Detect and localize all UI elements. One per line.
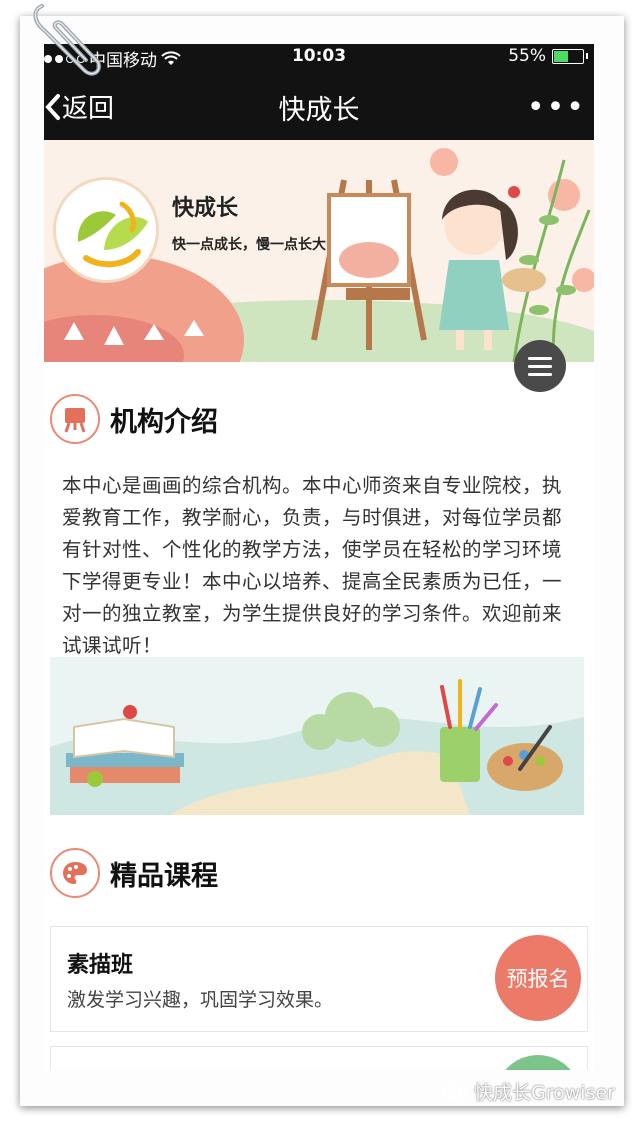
wechat-watermark: 快成长Growiser bbox=[442, 1078, 615, 1105]
battery-percent: 55% bbox=[508, 46, 546, 66]
hamburger-menu-icon[interactable] bbox=[514, 340, 566, 392]
battery-indicator: 55% bbox=[508, 46, 588, 66]
easel-icon bbox=[50, 394, 100, 444]
palette-icon bbox=[50, 848, 100, 898]
course-description: 激发学习兴趣，巩固学习效果。 bbox=[67, 989, 334, 1011]
phone-screen: 中国移动 10:03 55% 返回 快成长 ••• 快成长 快一点成长，慢一点长… bbox=[44, 44, 594, 1070]
section-title: 精品课程 bbox=[110, 860, 218, 892]
paperclip-icon bbox=[33, 4, 101, 76]
section-title: 机构介绍 bbox=[110, 406, 218, 438]
ellipsis-icon[interactable]: ••• bbox=[527, 90, 586, 125]
pre-register-button[interactable] bbox=[495, 1055, 581, 1070]
page-title: 快成长 bbox=[278, 95, 360, 126]
art-supplies-illustration bbox=[50, 657, 584, 815]
header-banner: 快成长 快一点成长，慢一点长大 bbox=[44, 140, 594, 362]
battery-icon bbox=[552, 48, 584, 64]
course-card: 素描班 激发学习兴趣，巩固学习效果。 预报名 bbox=[50, 926, 588, 1032]
wechat-icon bbox=[442, 1081, 468, 1102]
brand-logo bbox=[56, 180, 156, 280]
pre-register-button[interactable]: 预报名 bbox=[495, 935, 581, 1021]
course-name: 素描班 bbox=[67, 953, 134, 978]
courses-section-header: 精品课程 bbox=[50, 848, 218, 898]
status-bar: 中国移动 10:03 55% bbox=[44, 44, 594, 71]
nav-bar: 返回 快成长 ••• bbox=[44, 70, 594, 140]
watermark-text: 快成长Growiser bbox=[474, 1082, 615, 1104]
intro-text: 本中心是画画的综合机构。本中心师资来自专业院校，执爱教育工作，教学耐心，负责，与… bbox=[62, 474, 563, 657]
brand-name: 快成长 bbox=[172, 196, 239, 221]
intro-section-header: 机构介绍 bbox=[50, 394, 218, 444]
brand-slogan: 快一点成长，慢一点长大 bbox=[172, 237, 326, 253]
course-card bbox=[50, 1046, 588, 1070]
leaf-logo-icon bbox=[77, 201, 148, 268]
